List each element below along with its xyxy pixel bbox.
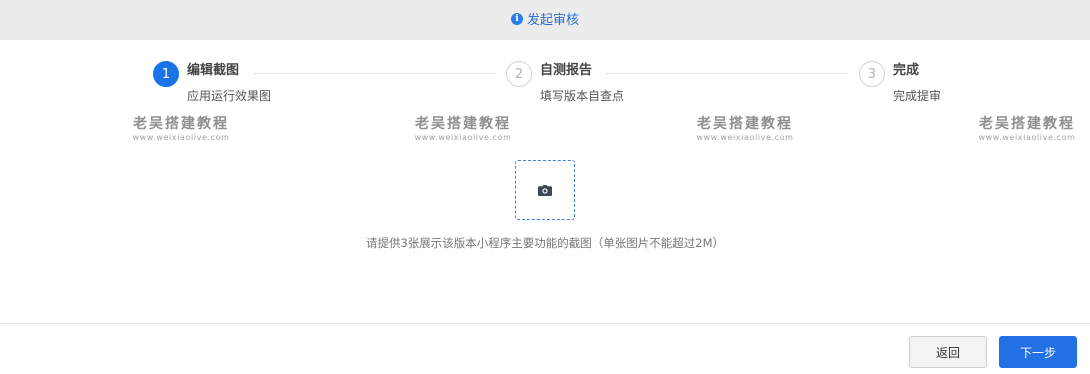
step-1: 1 编辑截图 应用运行效果图 <box>153 61 271 104</box>
upload-hint: 请提供3张展示该版本小程序主要功能的截图（单张图片不能超过2M） <box>365 236 725 250</box>
watermark-url: www.weixiaolive.com <box>696 133 794 142</box>
step-1-title: 编辑截图 <box>187 63 240 78</box>
watermark-title: 老吴搭建教程 <box>133 116 229 132</box>
watermark-title: 老吴搭建教程 <box>415 116 511 132</box>
step-3-desc: 完成提审 <box>893 89 942 103</box>
watermark: 老吴搭建教程 www.weixiaolive.com <box>972 115 1082 143</box>
step-3-number: 3 <box>859 61 885 87</box>
step-1-desc: 应用运行效果图 <box>187 89 272 103</box>
watermark: 老吴搭建教程 www.weixiaolive.com <box>408 115 518 143</box>
camera-icon <box>538 184 552 196</box>
step-3-text: 完成 完成提审 <box>893 61 941 104</box>
watermark: 老吴搭建教程 www.weixiaolive.com <box>690 115 800 143</box>
info-icon: i <box>510 12 523 25</box>
watermark-url: www.weixiaolive.com <box>978 133 1076 142</box>
next-step-button[interactable]: 下一步 <box>999 336 1077 368</box>
step-2-title: 自测报告 <box>540 63 593 78</box>
watermark-title: 老吴搭建教程 <box>979 116 1075 132</box>
step-1-number: 1 <box>153 61 179 87</box>
watermark-url: www.weixiaolive.com <box>132 133 230 142</box>
watermark: 老吴搭建教程 www.weixiaolive.com <box>126 115 236 143</box>
step-1-text: 编辑截图 应用运行效果图 <box>187 61 271 104</box>
back-button[interactable]: 返回 <box>909 336 987 368</box>
watermark-title: 老吴搭建教程 <box>697 116 793 132</box>
header-content: i 发起审核 <box>510 9 579 28</box>
step-connector-2 <box>605 73 848 74</box>
step-2: 2 自测报告 填写版本自查点 <box>506 61 624 104</box>
step-connector-1 <box>253 73 496 74</box>
header-banner: i 发起审核 <box>0 0 1090 40</box>
step-3-title: 完成 <box>893 63 920 78</box>
watermark-url: www.weixiaolive.com <box>414 133 512 142</box>
step-2-number: 2 <box>506 61 532 87</box>
step-2-desc: 填写版本自查点 <box>540 89 625 103</box>
step-3: 3 完成 完成提审 <box>859 61 941 104</box>
page-title: 发起审核 <box>526 13 579 28</box>
audit-submit-page: i 发起审核 1 编辑截图 应用运行效果图 2 自测报告 填写版本自查点 3 完… <box>0 0 1090 374</box>
step-2-text: 自测报告 填写版本自查点 <box>540 61 624 104</box>
screenshot-upload-button[interactable] <box>515 160 575 220</box>
footer-divider <box>0 323 1090 324</box>
